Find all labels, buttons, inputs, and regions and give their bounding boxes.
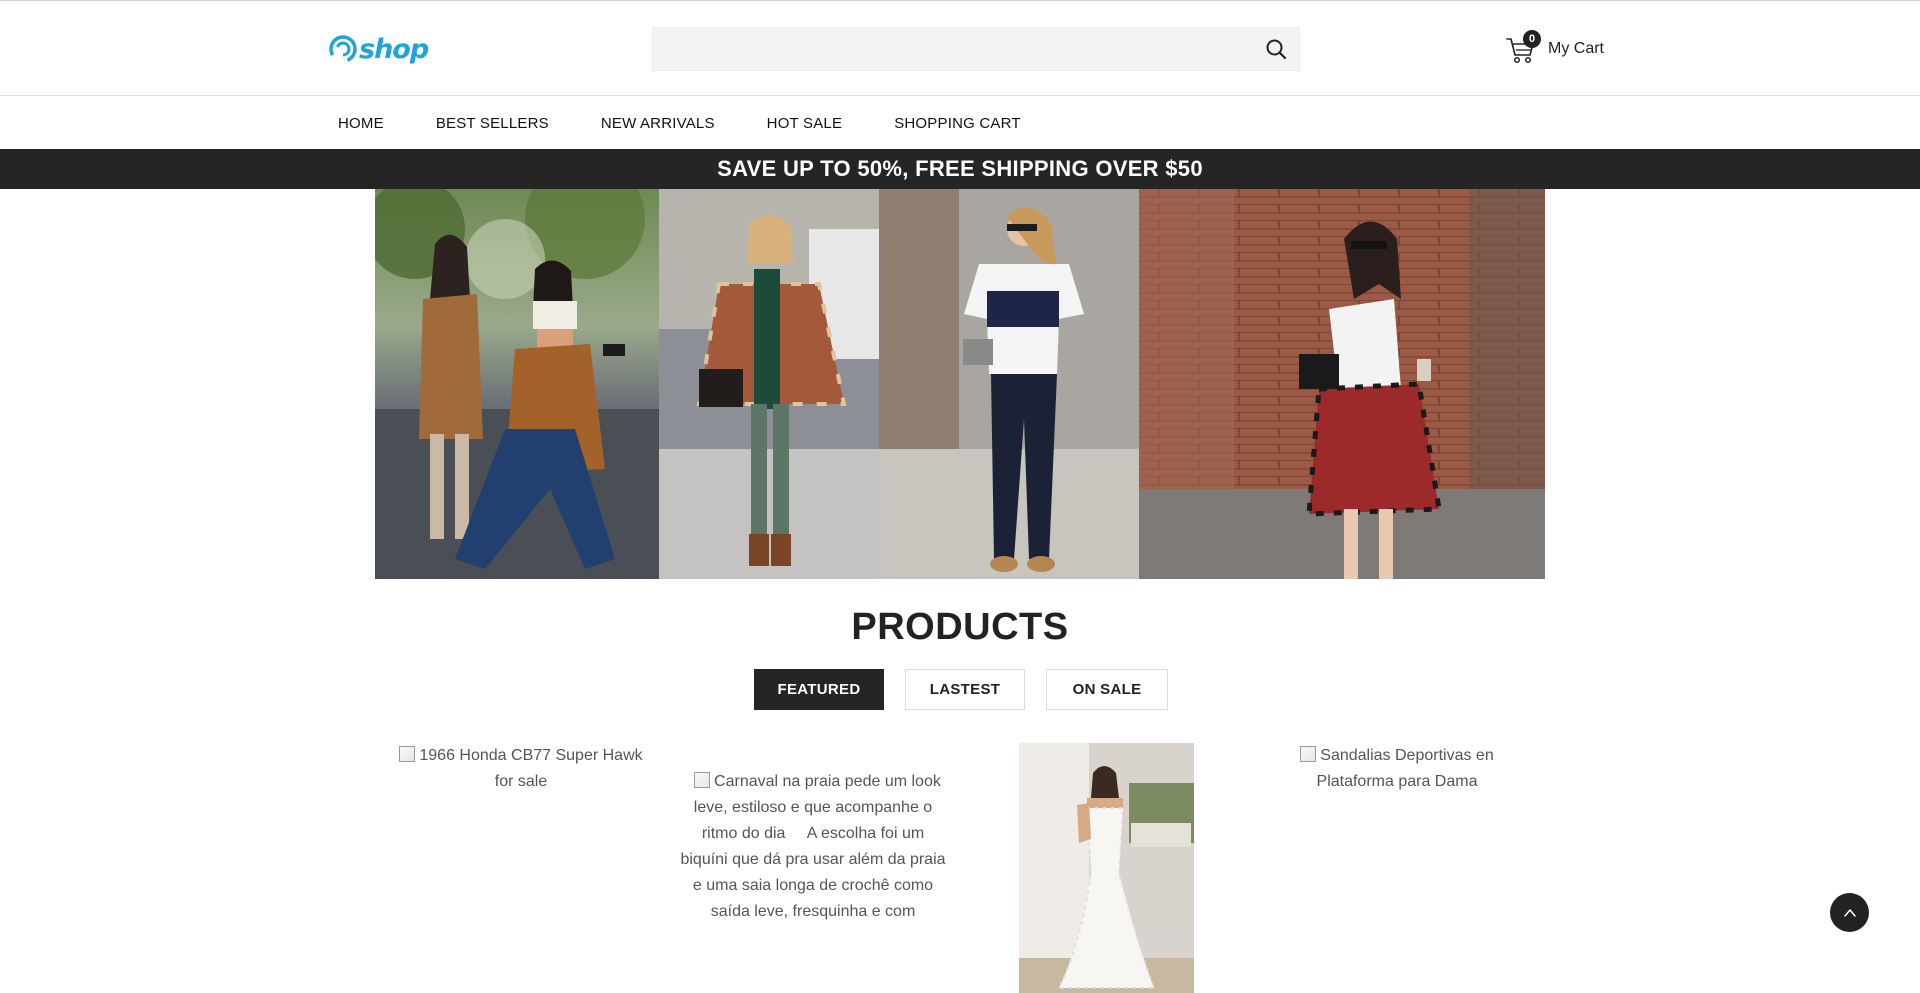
hero-banner[interactable] <box>375 189 1545 579</box>
product-card-carnaval[interactable]: Carnaval na praia pede um look leve, est… <box>680 743 946 925</box>
nav-item-shopping-cart[interactable]: SHOPPING CART <box>894 115 1021 132</box>
site-header: shop 0 My Cart <box>0 1 1920 96</box>
search-icon[interactable] <box>1265 38 1287 60</box>
product-image-alt: Carnaval na praia pede um look leve, est… <box>680 773 950 920</box>
banner-photo-striped-top <box>879 189 1139 579</box>
cart-count-badge: 0 <box>1523 30 1541 48</box>
product-card-sandalias[interactable]: Sandalias Deportivas en Plataforma para … <box>1264 743 1530 795</box>
search-input[interactable] <box>653 28 1243 70</box>
product-tabs: FEATURED LASTEST ON SALE <box>754 669 1189 710</box>
tab-featured[interactable]: FEATURED <box>754 669 884 710</box>
back-to-top-button[interactable] <box>1830 893 1869 932</box>
product-image-alt: 1966 Honda CB77 Super Hawk for sale <box>419 747 643 790</box>
nav-item-best-sellers[interactable]: BEST SELLERS <box>436 115 549 132</box>
broken-image-icon <box>694 772 711 788</box>
nav-item-home[interactable]: HOME <box>338 115 384 132</box>
broken-image-icon <box>399 746 416 762</box>
chevron-up-icon <box>1843 908 1856 917</box>
product-card-wedding-dress[interactable] <box>1019 743 1194 993</box>
logo-text: shop <box>359 33 429 65</box>
cart-label: My Cart <box>1548 40 1604 57</box>
search-bar <box>652 27 1300 71</box>
logo[interactable]: shop <box>328 32 429 66</box>
nav-item-new-arrivals[interactable]: NEW ARRIVALS <box>601 115 715 132</box>
product-image-alt: Sandalias Deportivas en Plataforma para … <box>1316 747 1494 790</box>
banner-photo-plaid-poncho <box>659 189 879 579</box>
cart-icon: 0 <box>1506 30 1541 65</box>
my-cart-button[interactable]: 0 My Cart <box>1506 30 1604 67</box>
products-section-title: PRODUCTS <box>851 606 1069 648</box>
nav-item-hot-sale[interactable]: HOT SALE <box>767 115 843 132</box>
main-nav: HOME BEST SELLERS NEW ARRIVALS HOT SALE … <box>0 97 1920 149</box>
product-card-honda[interactable]: 1966 Honda CB77 Super Hawk for sale <box>388 743 654 795</box>
broken-image-icon <box>1300 746 1317 762</box>
promo-banner: SAVE UP TO 50%, FREE SHIPPING OVER $50 <box>0 149 1920 189</box>
tab-on-sale[interactable]: ON SALE <box>1046 669 1168 710</box>
logo-swirl-icon <box>329 35 357 63</box>
tab-lastest[interactable]: LASTEST <box>905 669 1025 710</box>
banner-photo-brick-wall <box>1139 189 1545 579</box>
banner-photo-street-duo <box>375 189 659 579</box>
wedding-dress-photo <box>1019 743 1194 993</box>
